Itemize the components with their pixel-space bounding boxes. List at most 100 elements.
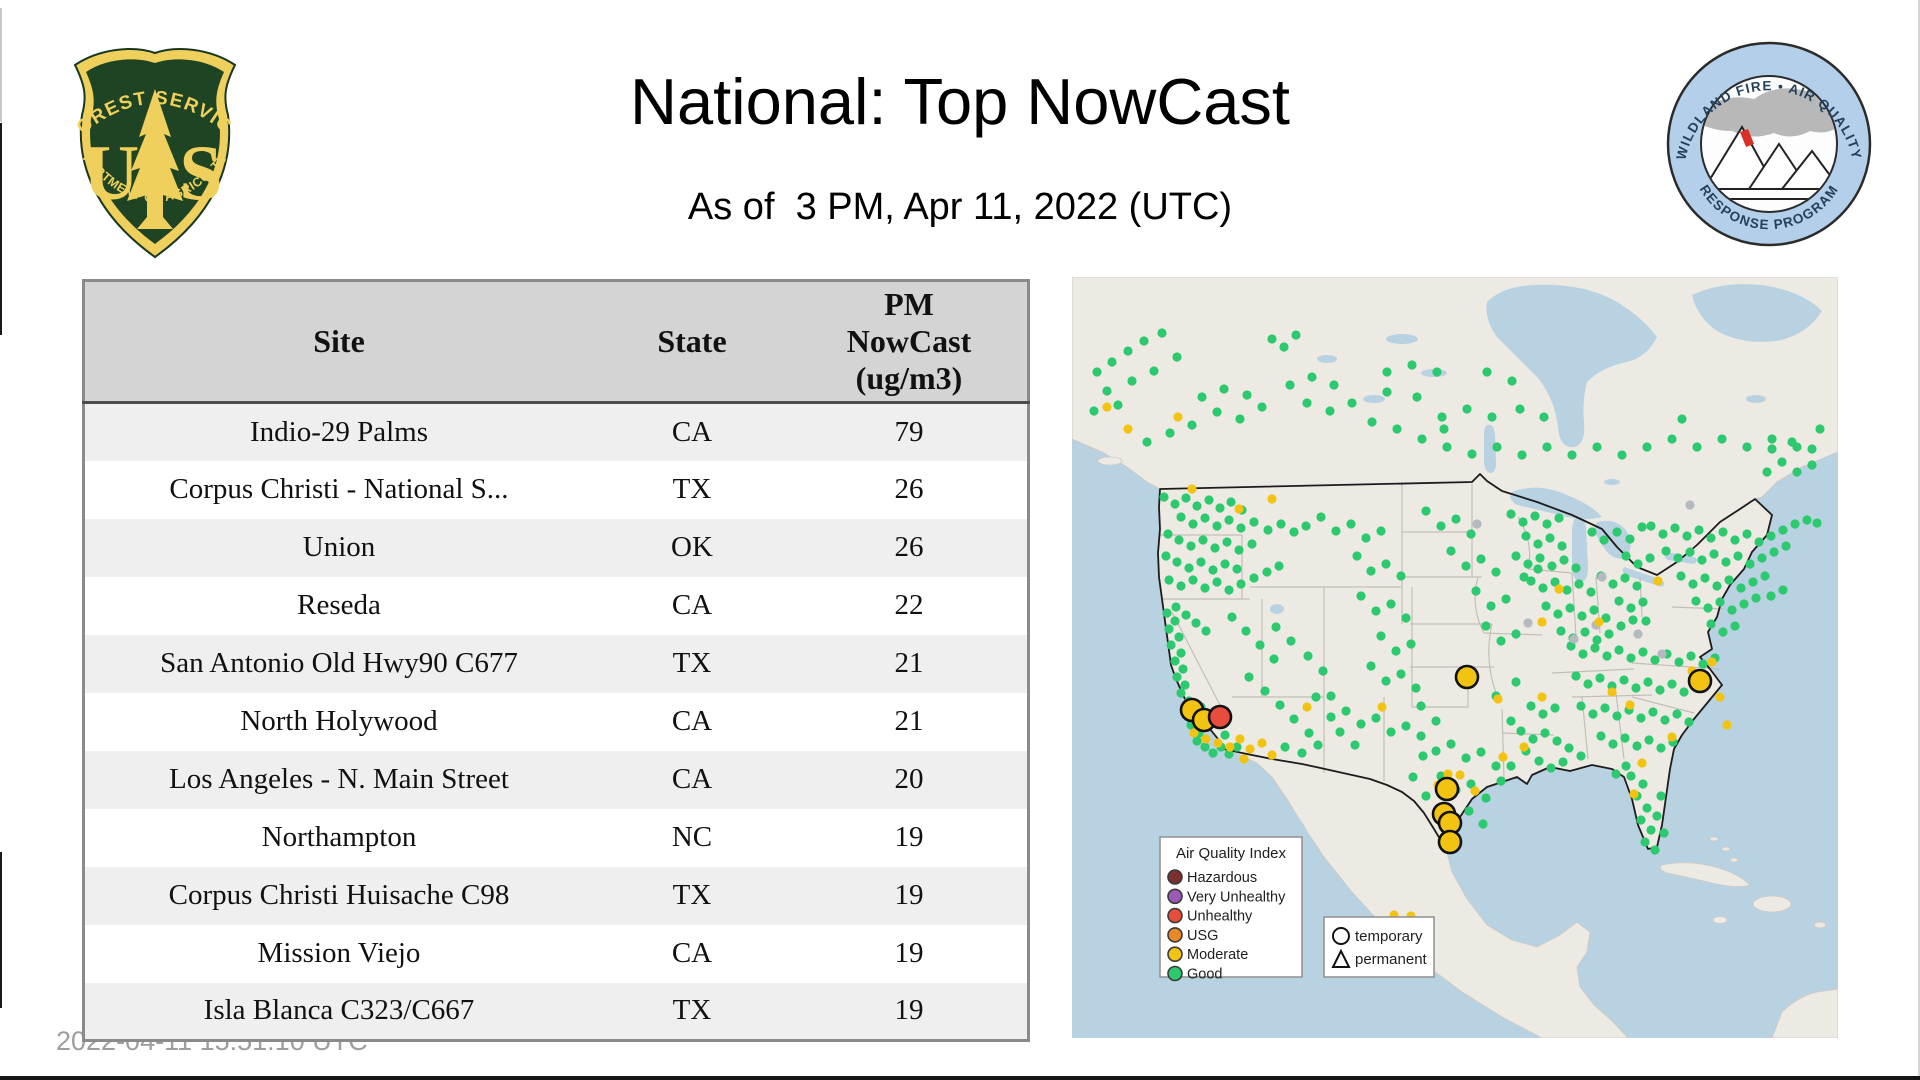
aqi-dot-good — [1274, 561, 1284, 571]
aqi-dot-good — [1535, 553, 1545, 563]
column-header-pm-nowcast: PM NowCast (ug/m3) — [791, 280, 1029, 404]
aqi-dot-good — [1089, 406, 1099, 416]
aqi-dot-good — [1807, 444, 1817, 454]
cell-state: CA — [671, 937, 713, 969]
wfaqrp-logo-icon: WILDLAND FIRE • AIR QUALITY RESPONSE PRO… — [1666, 41, 1872, 247]
aqi-dot-good — [1730, 535, 1740, 545]
aqi-dot-good — [1592, 635, 1602, 645]
aqi-dot-good — [1742, 529, 1752, 539]
aqi-dot-good — [1174, 632, 1184, 642]
aqi-dot-good — [1646, 521, 1656, 531]
page-subtitle: As of 3 PM, Apr 11, 2022 (UTC) — [687, 186, 1233, 228]
aqi-dot-moderate — [1239, 754, 1249, 764]
aqi-dot-good — [1276, 519, 1286, 529]
aqi-dot-good — [1174, 535, 1184, 545]
aqi-dot-good — [1291, 330, 1301, 340]
aqi-dot-good — [1538, 709, 1548, 719]
vancouver-island — [1097, 456, 1123, 466]
aqi-dot-moderate — [1637, 758, 1647, 768]
table-row: San Antonio Old Hwy90 C677 TX 21 — [83, 634, 1029, 693]
aqi-dot-good — [1685, 547, 1695, 557]
cell-state: TX — [672, 879, 712, 911]
aqi-dot-good — [1546, 763, 1556, 773]
aqi-dot-good — [1501, 594, 1511, 604]
table-row: Corpus Christi - National S... TX 26 — [83, 460, 1029, 519]
aqi-dot-good — [1482, 367, 1492, 377]
aqi-dot-good — [1587, 527, 1597, 537]
column-header-state: State — [593, 280, 791, 404]
aqi-dot-good — [1787, 437, 1797, 447]
top-nowcast-table: Site State PM NowCast (ug/m3) Indio-29 P… — [82, 279, 1030, 1042]
puerto-rico — [1813, 921, 1827, 929]
aqi-dot-good — [1212, 407, 1222, 417]
aqi-dot-good — [1721, 557, 1731, 567]
aqi-dot-moderate — [1707, 657, 1717, 667]
aqi-dot-good — [1476, 554, 1486, 564]
aqi-dot-good — [1187, 420, 1197, 430]
aqi-dot-moderate — [1123, 424, 1133, 434]
aqi-dot-good — [1461, 753, 1471, 763]
aqi-dot-good — [1406, 639, 1416, 649]
aqi-dot-moderate — [1629, 789, 1639, 799]
aqi-dot-missing — [1633, 629, 1643, 639]
aqi-dot-good — [1562, 585, 1572, 595]
aqi-dot-good — [1279, 342, 1289, 352]
aqi-dot-good — [1285, 380, 1295, 390]
aqi-dot-good — [1159, 492, 1169, 502]
aqi-dot-good — [1506, 509, 1516, 519]
us-aqi-map-canvas: Air Quality Index Hazardous Very Unhealth… — [1072, 277, 1838, 1038]
aqi-dot-good — [1650, 655, 1660, 665]
table-row: North Holywood CA 21 — [83, 692, 1029, 751]
aqi-dot-good — [1625, 534, 1635, 544]
aqi-dot-good — [1777, 457, 1787, 467]
aqi-dot-good — [1418, 751, 1428, 761]
aqi-dot-good — [1533, 564, 1543, 574]
aqi-dot-good — [1176, 648, 1186, 658]
great-salt-lake — [1270, 604, 1284, 614]
aqi-dot-good — [1257, 402, 1267, 412]
aqi-dot-good — [1142, 437, 1152, 447]
aqi-dot-good — [1679, 687, 1689, 697]
aqi-dot-good — [1331, 526, 1341, 536]
aqi-dot-good — [1709, 549, 1719, 559]
aqi-dot-good — [1496, 776, 1506, 786]
aqi-dot-good — [1381, 559, 1391, 569]
aqi-dot-good — [1516, 726, 1526, 736]
aqi-dot-good — [1249, 517, 1259, 527]
aqi-dot-moderate — [1722, 720, 1732, 730]
aqi-dot-good — [1367, 417, 1377, 427]
aqi-dot-good — [1576, 701, 1586, 711]
aqi-dot-good — [1286, 636, 1296, 646]
aqi-dot-good — [1329, 380, 1339, 390]
aqi-dot-good — [1176, 512, 1186, 522]
aqi-dot-good — [1614, 645, 1624, 655]
aqi-dot-good — [1235, 414, 1245, 424]
legend-label: Hazardous — [1187, 870, 1257, 886]
aqi-dot-good — [1301, 521, 1311, 531]
aqi-dot-good — [1736, 583, 1746, 593]
aqi-dot-good — [1289, 527, 1299, 537]
aqi-dot-good — [1172, 352, 1182, 362]
aqi-dot-good — [1727, 605, 1737, 615]
aqi-dot-good — [1462, 404, 1472, 414]
aqi-dot-good — [1200, 513, 1210, 523]
aqi-dot-good — [1197, 392, 1207, 402]
aqi-dot-good — [1559, 555, 1569, 565]
aqi-dot-good — [1528, 734, 1538, 744]
usfs-shield-icon: FOREST SERVICE U S DEPARTMENT OF AGRICUL… — [48, 25, 237, 259]
aqi-highlight-moderate — [1437, 829, 1463, 855]
aqi-dot-good — [1691, 596, 1701, 606]
aqi-dot-good — [1181, 610, 1191, 620]
aqi-dot-good — [1767, 444, 1777, 454]
aqi-dot-good — [1222, 537, 1232, 547]
aqi-dot-good — [1401, 721, 1411, 731]
aqi-dot-missing — [1657, 649, 1667, 659]
table-row: Corpus Christi Huisache C98 TX 19 — [83, 866, 1029, 925]
aqi-dot-good — [1530, 511, 1540, 521]
aqi-dot-good — [1172, 672, 1182, 682]
monitor-type-legend: temporary permanent — [1323, 916, 1435, 978]
aqi-dot-good — [1198, 535, 1208, 545]
aqi-dot-good — [1163, 529, 1173, 539]
aqi-dot-good — [1200, 742, 1210, 752]
aqi-dot-good — [1226, 497, 1236, 507]
